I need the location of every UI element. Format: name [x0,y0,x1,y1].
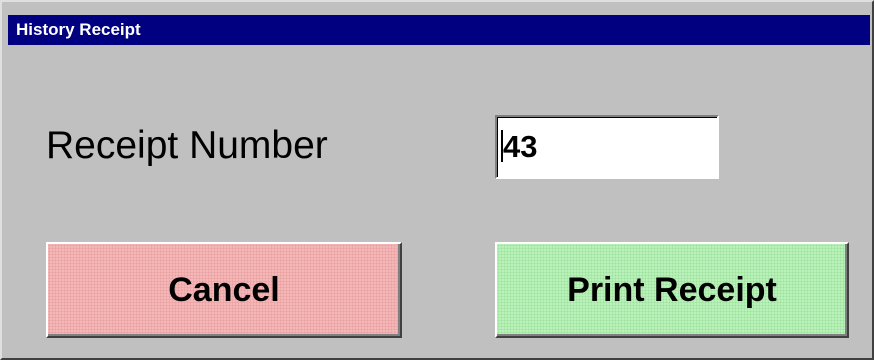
print-receipt-button-label: Print Receipt [567,270,777,309]
window-title-bar[interactable]: History Receipt [8,15,870,45]
history-receipt-window: History Receipt Receipt Number Cancel Pr… [0,0,874,360]
receipt-number-label: Receipt Number [46,124,328,167]
print-receipt-button[interactable]: Print Receipt [495,242,849,338]
cancel-button[interactable]: Cancel [46,242,402,338]
window-title: History Receipt [16,20,141,39]
text-cursor [501,130,503,162]
cancel-button-label: Cancel [168,270,280,309]
receipt-number-input[interactable] [495,115,719,179]
